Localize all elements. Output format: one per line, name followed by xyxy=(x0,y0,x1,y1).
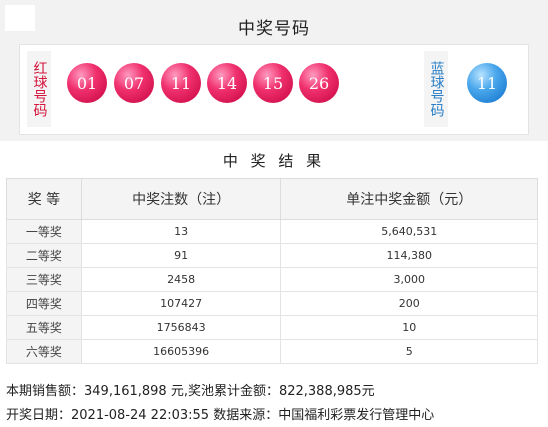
red-ball-label: 红球号码 xyxy=(27,51,51,127)
prize-level: 五等奖 xyxy=(6,315,82,340)
prize-amount: 200 xyxy=(280,291,538,316)
red-ball-number: 01 xyxy=(76,73,98,93)
prize-amount: 10 xyxy=(280,315,538,340)
red-ball-number: 15 xyxy=(262,73,284,93)
red-ball-number: 07 xyxy=(123,73,145,93)
draw-date-info: 开奖日期：2021-08-24 22:03:55 数据来源：中国福利彩票发行管理… xyxy=(6,408,435,423)
table-row: 六等奖 16605396 5 xyxy=(6,339,538,364)
prize-amount: 114,380 xyxy=(280,243,538,268)
prize-amount: 5,640,531 xyxy=(280,219,538,244)
winner-count: 2458 xyxy=(80,267,282,292)
red-ball: 26 xyxy=(299,63,339,103)
balls-row: 红球号码 01 07 11 14 15 26 蓝球号码 11 xyxy=(19,44,529,135)
blue-ball-label: 蓝球号码 xyxy=(424,51,448,127)
prize-table: 奖 等 中奖注数（注） 单注中奖金额（元） 一等奖 13 5,640,531 二… xyxy=(6,178,538,364)
table-row: 五等奖 1756843 10 xyxy=(6,315,538,340)
red-ball: 11 xyxy=(161,63,201,103)
blue-ball: 11 xyxy=(467,63,507,103)
table-header-row: 奖 等 中奖注数（注） 单注中奖金额（元） xyxy=(6,178,538,220)
red-ball-number: 14 xyxy=(216,73,238,93)
table-row: 三等奖 2458 3,000 xyxy=(6,267,538,292)
red-ball-label-text: 红球号码 xyxy=(31,61,48,117)
winning-numbers-panel: 中奖号码 红球号码 01 07 11 14 15 26 蓝球号码 11 xyxy=(0,0,548,141)
header-count: 中奖注数（注） xyxy=(80,178,282,220)
winner-count: 107427 xyxy=(80,291,282,316)
blue-ball-label-text: 蓝球号码 xyxy=(428,61,445,117)
table-row: 一等奖 13 5,640,531 xyxy=(6,219,538,244)
red-ball: 14 xyxy=(207,63,247,103)
red-ball: 07 xyxy=(114,63,154,103)
blue-ball-number: 11 xyxy=(476,73,498,93)
prize-amount: 5 xyxy=(280,339,538,364)
red-ball: 01 xyxy=(67,63,107,103)
table-row: 二等奖 91 114,380 xyxy=(6,243,538,268)
prize-level: 四等奖 xyxy=(6,291,82,316)
winner-count: 13 xyxy=(80,219,282,244)
panel-title: 中奖号码 xyxy=(238,19,310,39)
red-ball-number: 11 xyxy=(170,73,192,93)
winner-count: 16605396 xyxy=(80,339,282,364)
table-row: 四等奖 107427 200 xyxy=(6,291,538,316)
header-amount: 单注中奖金额（元） xyxy=(280,178,538,220)
sales-info: 本期销售额：349,161,898 元,奖池累计金额：822,388,985元 xyxy=(6,384,375,399)
header-level: 奖 等 xyxy=(6,178,82,220)
red-ball-number: 26 xyxy=(308,73,330,93)
winner-count: 1756843 xyxy=(80,315,282,340)
prize-level: 三等奖 xyxy=(6,267,82,292)
prize-level: 二等奖 xyxy=(6,243,82,268)
result-title: 中 奖 结 果 xyxy=(222,152,326,170)
prize-level: 一等奖 xyxy=(6,219,82,244)
prize-amount: 3,000 xyxy=(280,267,538,292)
prize-level: 六等奖 xyxy=(6,339,82,364)
red-ball: 15 xyxy=(253,63,293,103)
winner-count: 91 xyxy=(80,243,282,268)
